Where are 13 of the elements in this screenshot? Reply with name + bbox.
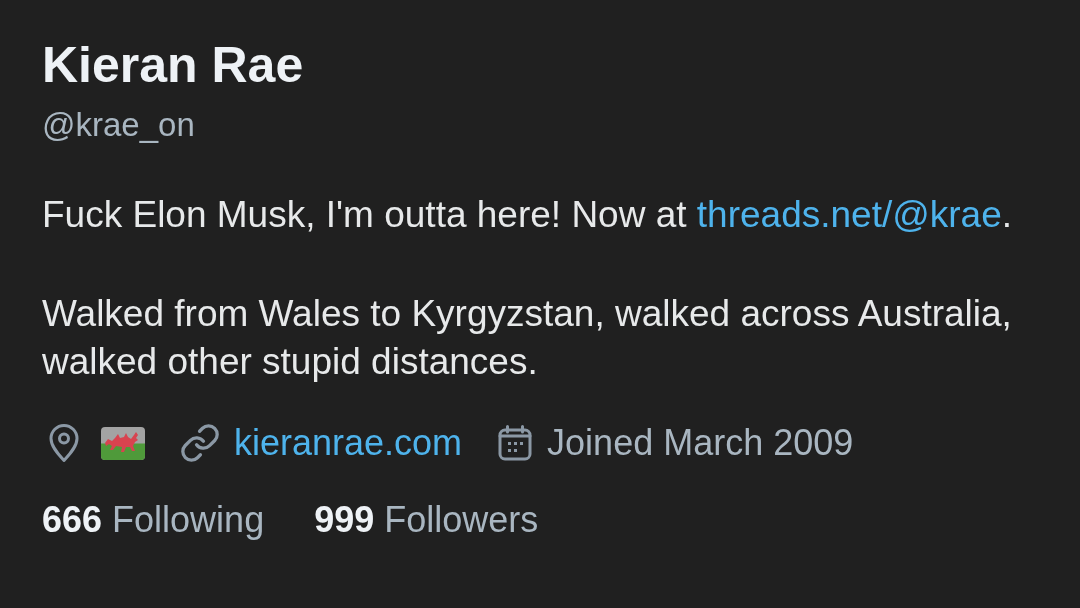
flag-icon: [101, 426, 145, 460]
bio-text: Walked from Wales to Kyrgyzstan, walked across Australia, walked other stupid distances.: [42, 292, 1013, 384]
calendar-icon: [498, 425, 533, 461]
bio-link[interactable]: threads.net/@krae: [696, 194, 1002, 235]
profile-handle: @krae_on: [42, 105, 195, 145]
profile-name: Kieran Rae: [42, 37, 304, 93]
bio-text: Fuck Elon Musk, I'm outta here! Now at threads.net/@krae.: [42, 193, 1014, 237]
stat-link[interactable]: 666 Following: [42, 496, 265, 544]
location-pin-icon: [48, 424, 80, 462]
link-icon: [181, 424, 219, 462]
joined-date-text: Joined March 2009: [547, 421, 854, 465]
website-link[interactable]: kieranrae.com: [234, 419, 463, 467]
stat-link[interactable]: 999 Followers: [314, 496, 539, 544]
